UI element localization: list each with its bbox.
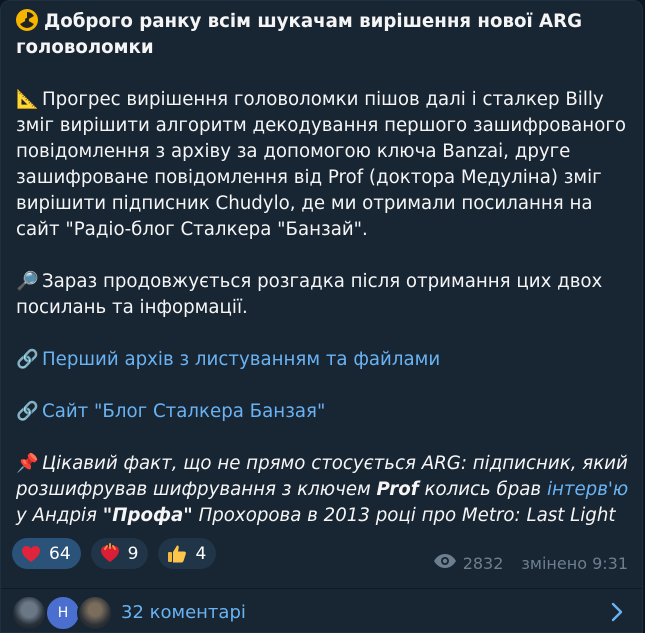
divider [1, 588, 642, 589]
comments-button[interactable]: Н 32 коментарі [11, 593, 642, 631]
reaction-burning-heart[interactable]: 9 [90, 538, 149, 569]
commenter-avatars: Н [11, 595, 113, 631]
link-icon: 🔗 [16, 349, 39, 370]
reactions-bar: 64 9 4 [12, 538, 217, 570]
fact-bold-profa: "Профа" [102, 505, 193, 526]
archive-link[interactable]: Перший архів з листуванням та файлами [42, 349, 440, 370]
link-icon: 🔗 [16, 401, 39, 422]
pushpin-icon: 📌 [16, 453, 39, 474]
avatar [77, 595, 113, 631]
reaction-heart[interactable]: 64 [12, 538, 81, 569]
progress-paragraph: 📐 Прогрес вирішення головоломки пішов дал… [16, 87, 631, 243]
triangle-ruler-icon: 📐 [16, 89, 39, 110]
archive-link-row: 🔗 Перший архів з листуванням та файлами [16, 347, 631, 373]
reaction-count: 9 [127, 543, 139, 564]
fact-text-3: у Андрія [16, 505, 103, 526]
radioactive-icon [16, 9, 38, 31]
message-text: Доброго ранку всім шукачам вирішення нов… [16, 9, 631, 529]
post-title: Доброго ранку всім шукачам вирішення нов… [16, 9, 631, 61]
fact-text-4: Прохорова в 2013 році про Metro: Last Li… [192, 505, 616, 526]
chevron-right-icon [610, 601, 624, 627]
status-text: Зараз продовжується розгадка після отрим… [16, 271, 603, 318]
interview-link[interactable]: інтерв'ю [547, 479, 628, 500]
reaction-count: 64 [49, 543, 71, 564]
reaction-thumbs-up[interactable]: 4 [158, 538, 217, 569]
title-text: Доброго ранку всім шукачам вирішення нов… [16, 11, 583, 58]
blog-link-row: 🔗 Сайт "Блог Сталкера Банзая" [16, 399, 631, 425]
comments-count-label: 32 коментарі [121, 601, 246, 623]
blog-link[interactable]: Сайт "Блог Сталкера Банзая" [42, 401, 325, 422]
avatar [11, 595, 47, 631]
eye-icon [433, 553, 457, 573]
edited-time: змінено 9:31 [521, 553, 628, 573]
progress-text: Прогрес вирішення головоломки пішов далі… [16, 89, 627, 240]
burning-heart-icon [99, 542, 121, 565]
fact-paragraph: 📌 Цікавий факт, що не прямо стосується AR… [16, 451, 631, 529]
reaction-count: 4 [195, 543, 207, 564]
magnifier-icon: 🔎 [16, 271, 39, 292]
view-count: 2832 [462, 553, 504, 573]
avatar: Н [45, 595, 81, 631]
status-paragraph: 🔎 Зараз продовжується розгадка після отри… [16, 269, 631, 321]
message-bubble: Доброго ранку всім шукачам вирішення нов… [0, 0, 643, 633]
fact-bold-prof: Prof [376, 479, 419, 500]
thumbs-up-icon [166, 543, 188, 565]
message-meta: 2832 змінено 9:31 [433, 553, 628, 573]
fact-text-2: колись брав [418, 479, 547, 500]
heart-icon [20, 543, 42, 565]
